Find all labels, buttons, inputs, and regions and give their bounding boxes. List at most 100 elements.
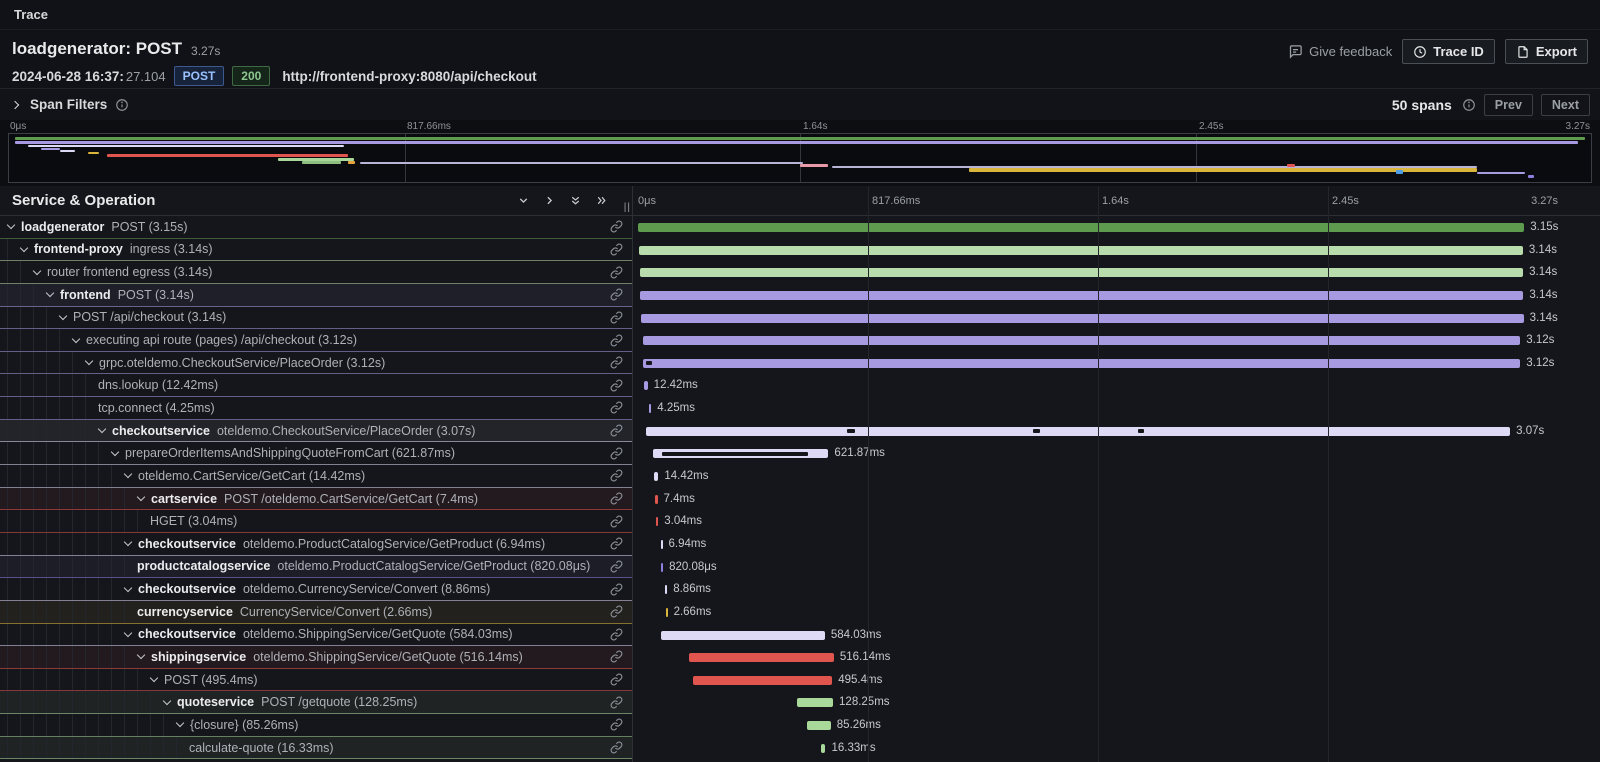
span-timeline-row[interactable]: 3.04ms xyxy=(633,510,1600,533)
chevron-down-icon[interactable] xyxy=(124,471,133,480)
chevron-down-icon[interactable] xyxy=(72,336,81,345)
trace-minimap[interactable]: 0μs817.66ms1.64s2.45s3.27s xyxy=(0,120,1600,186)
link-icon[interactable] xyxy=(610,379,623,392)
span-duration-bar[interactable] xyxy=(644,381,647,390)
span-duration-bar[interactable] xyxy=(797,698,833,707)
span-timeline-row[interactable]: 3.14s xyxy=(633,239,1600,262)
link-icon[interactable] xyxy=(610,288,623,301)
link-icon[interactable] xyxy=(610,560,623,573)
link-icon[interactable] xyxy=(610,401,623,414)
link-icon[interactable] xyxy=(610,243,623,256)
span-name-row[interactable]: grpc.oteldemo.CheckoutService/PlaceOrder… xyxy=(0,352,632,375)
span-timeline-row[interactable]: 6.94ms xyxy=(633,533,1600,556)
span-timeline-row[interactable]: 3.14s xyxy=(633,284,1600,307)
span-duration-bar[interactable] xyxy=(807,721,831,730)
link-icon[interactable] xyxy=(610,356,623,369)
span-timeline-row[interactable]: 3.15s xyxy=(633,216,1600,239)
span-duration-bar[interactable] xyxy=(689,653,834,662)
span-timeline-row[interactable]: 12.42ms xyxy=(633,374,1600,397)
chevron-down-icon[interactable] xyxy=(7,222,16,231)
link-icon[interactable] xyxy=(610,673,623,686)
chevron-down-icon[interactable] xyxy=(137,494,146,503)
span-name-row[interactable]: productcatalogservice oteldemo.ProductCa… xyxy=(0,556,632,579)
link-icon[interactable] xyxy=(610,492,623,505)
span-name-row[interactable]: tcp.connect (4.25ms) xyxy=(0,397,632,420)
link-icon[interactable] xyxy=(610,334,623,347)
chevron-right-icon[interactable] xyxy=(12,101,20,109)
span-name-row[interactable]: loadgenerator POST (3.15s) xyxy=(0,216,632,239)
chevron-down-icon[interactable] xyxy=(137,652,146,661)
link-icon[interactable] xyxy=(610,628,623,641)
link-icon[interactable] xyxy=(610,605,623,618)
span-name-row[interactable]: HGET (3.04ms) xyxy=(0,510,632,533)
span-timeline-row[interactable]: 4.25ms xyxy=(633,397,1600,420)
span-timeline-row[interactable]: 7.4ms xyxy=(633,488,1600,511)
link-icon[interactable] xyxy=(610,583,623,596)
span-name-row[interactable]: cartservice POST /oteldemo.CartService/G… xyxy=(0,488,632,511)
span-name-row[interactable]: oteldemo.CartService/GetCart (14.42ms) xyxy=(0,465,632,488)
span-name-row[interactable]: executing api route (pages) /api/checkou… xyxy=(0,329,632,352)
span-duration-bar[interactable] xyxy=(643,336,1521,345)
prev-button[interactable]: Prev xyxy=(1484,94,1533,116)
span-name-row[interactable]: quoteservice POST /getquote (128.25ms) xyxy=(0,691,632,714)
span-timeline-row[interactable]: 14.42ms xyxy=(633,465,1600,488)
span-duration-bar[interactable] xyxy=(656,517,658,526)
span-name-row[interactable]: frontend-proxy ingress (3.14s) xyxy=(0,239,632,262)
chevron-down-icon[interactable] xyxy=(98,426,107,435)
link-icon[interactable] xyxy=(610,650,623,663)
span-name-row[interactable]: checkoutservice oteldemo.ShippingService… xyxy=(0,624,632,647)
span-duration-bar[interactable] xyxy=(639,246,1522,255)
span-duration-bar[interactable] xyxy=(655,495,657,504)
span-name-row[interactable]: frontend POST (3.14s) xyxy=(0,284,632,307)
link-icon[interactable] xyxy=(610,741,623,754)
span-timeline-row[interactable]: 3.12s xyxy=(633,352,1600,375)
export-button[interactable]: Export xyxy=(1505,39,1588,64)
chevron-down-icon[interactable] xyxy=(33,268,42,277)
chevron-down-icon[interactable] xyxy=(59,313,68,322)
span-timeline-row[interactable]: 820.08μs xyxy=(633,556,1600,579)
span-timeline-row[interactable]: 128.25ms xyxy=(633,691,1600,714)
trace-id-button[interactable]: Trace ID xyxy=(1402,39,1495,64)
link-icon[interactable] xyxy=(610,220,623,233)
link-icon[interactable] xyxy=(610,447,623,460)
chevron-down-icon[interactable] xyxy=(85,358,94,367)
span-name-row[interactable]: shippingservice oteldemo.ShippingService… xyxy=(0,646,632,669)
span-name-row[interactable]: checkoutservice oteldemo.CheckoutService… xyxy=(0,420,632,443)
span-name-row[interactable]: {closure} (85.26ms) xyxy=(0,714,632,737)
span-name-row[interactable]: dns.lookup (12.42ms) xyxy=(0,374,632,397)
chevron-down-icon[interactable] xyxy=(20,245,29,254)
span-duration-bar[interactable] xyxy=(666,608,668,617)
span-duration-bar[interactable] xyxy=(643,359,1520,368)
link-icon[interactable] xyxy=(610,718,623,731)
span-duration-bar[interactable] xyxy=(821,744,826,753)
span-name-row[interactable]: POST (495.4ms) xyxy=(0,669,632,692)
next-button[interactable]: Next xyxy=(1541,94,1590,116)
span-duration-bar[interactable] xyxy=(654,472,658,481)
link-icon[interactable] xyxy=(610,266,623,279)
span-filters-label[interactable]: Span Filters xyxy=(30,97,107,112)
link-icon[interactable] xyxy=(610,696,623,709)
span-name-row[interactable]: checkoutservice oteldemo.ProductCatalogS… xyxy=(0,533,632,556)
span-timeline-row[interactable]: 584.03ms xyxy=(633,624,1600,647)
link-icon[interactable] xyxy=(610,515,623,528)
span-duration-bar[interactable] xyxy=(693,676,832,685)
span-name-row[interactable]: calculate-quote (16.33ms) xyxy=(0,737,632,760)
span-duration-bar[interactable] xyxy=(661,631,825,640)
span-timeline-row[interactable]: 621.87ms xyxy=(633,442,1600,465)
expand-one-icon[interactable] xyxy=(543,194,556,207)
span-name-row[interactable]: POST /api/checkout (3.14s) xyxy=(0,307,632,330)
span-duration-bar[interactable] xyxy=(638,223,1524,232)
span-timeline-row[interactable]: 3.14s xyxy=(633,307,1600,330)
span-timeline-row[interactable]: 3.14s xyxy=(633,261,1600,284)
chevron-down-icon[interactable] xyxy=(124,539,133,548)
chevron-down-icon[interactable] xyxy=(176,720,185,729)
span-timeline-row[interactable]: 3.07s xyxy=(633,420,1600,443)
span-name-row[interactable]: router frontend egress (3.14s) xyxy=(0,261,632,284)
link-icon[interactable] xyxy=(610,469,623,482)
span-duration-bar[interactable] xyxy=(661,563,663,572)
span-timeline-row[interactable]: 85.26ms xyxy=(633,714,1600,737)
span-timeline-row[interactable]: 495.4ms xyxy=(633,669,1600,692)
span-duration-bar[interactable] xyxy=(653,449,828,458)
span-duration-bar[interactable] xyxy=(640,291,1523,300)
span-timeline-row[interactable]: 3.12s xyxy=(633,329,1600,352)
